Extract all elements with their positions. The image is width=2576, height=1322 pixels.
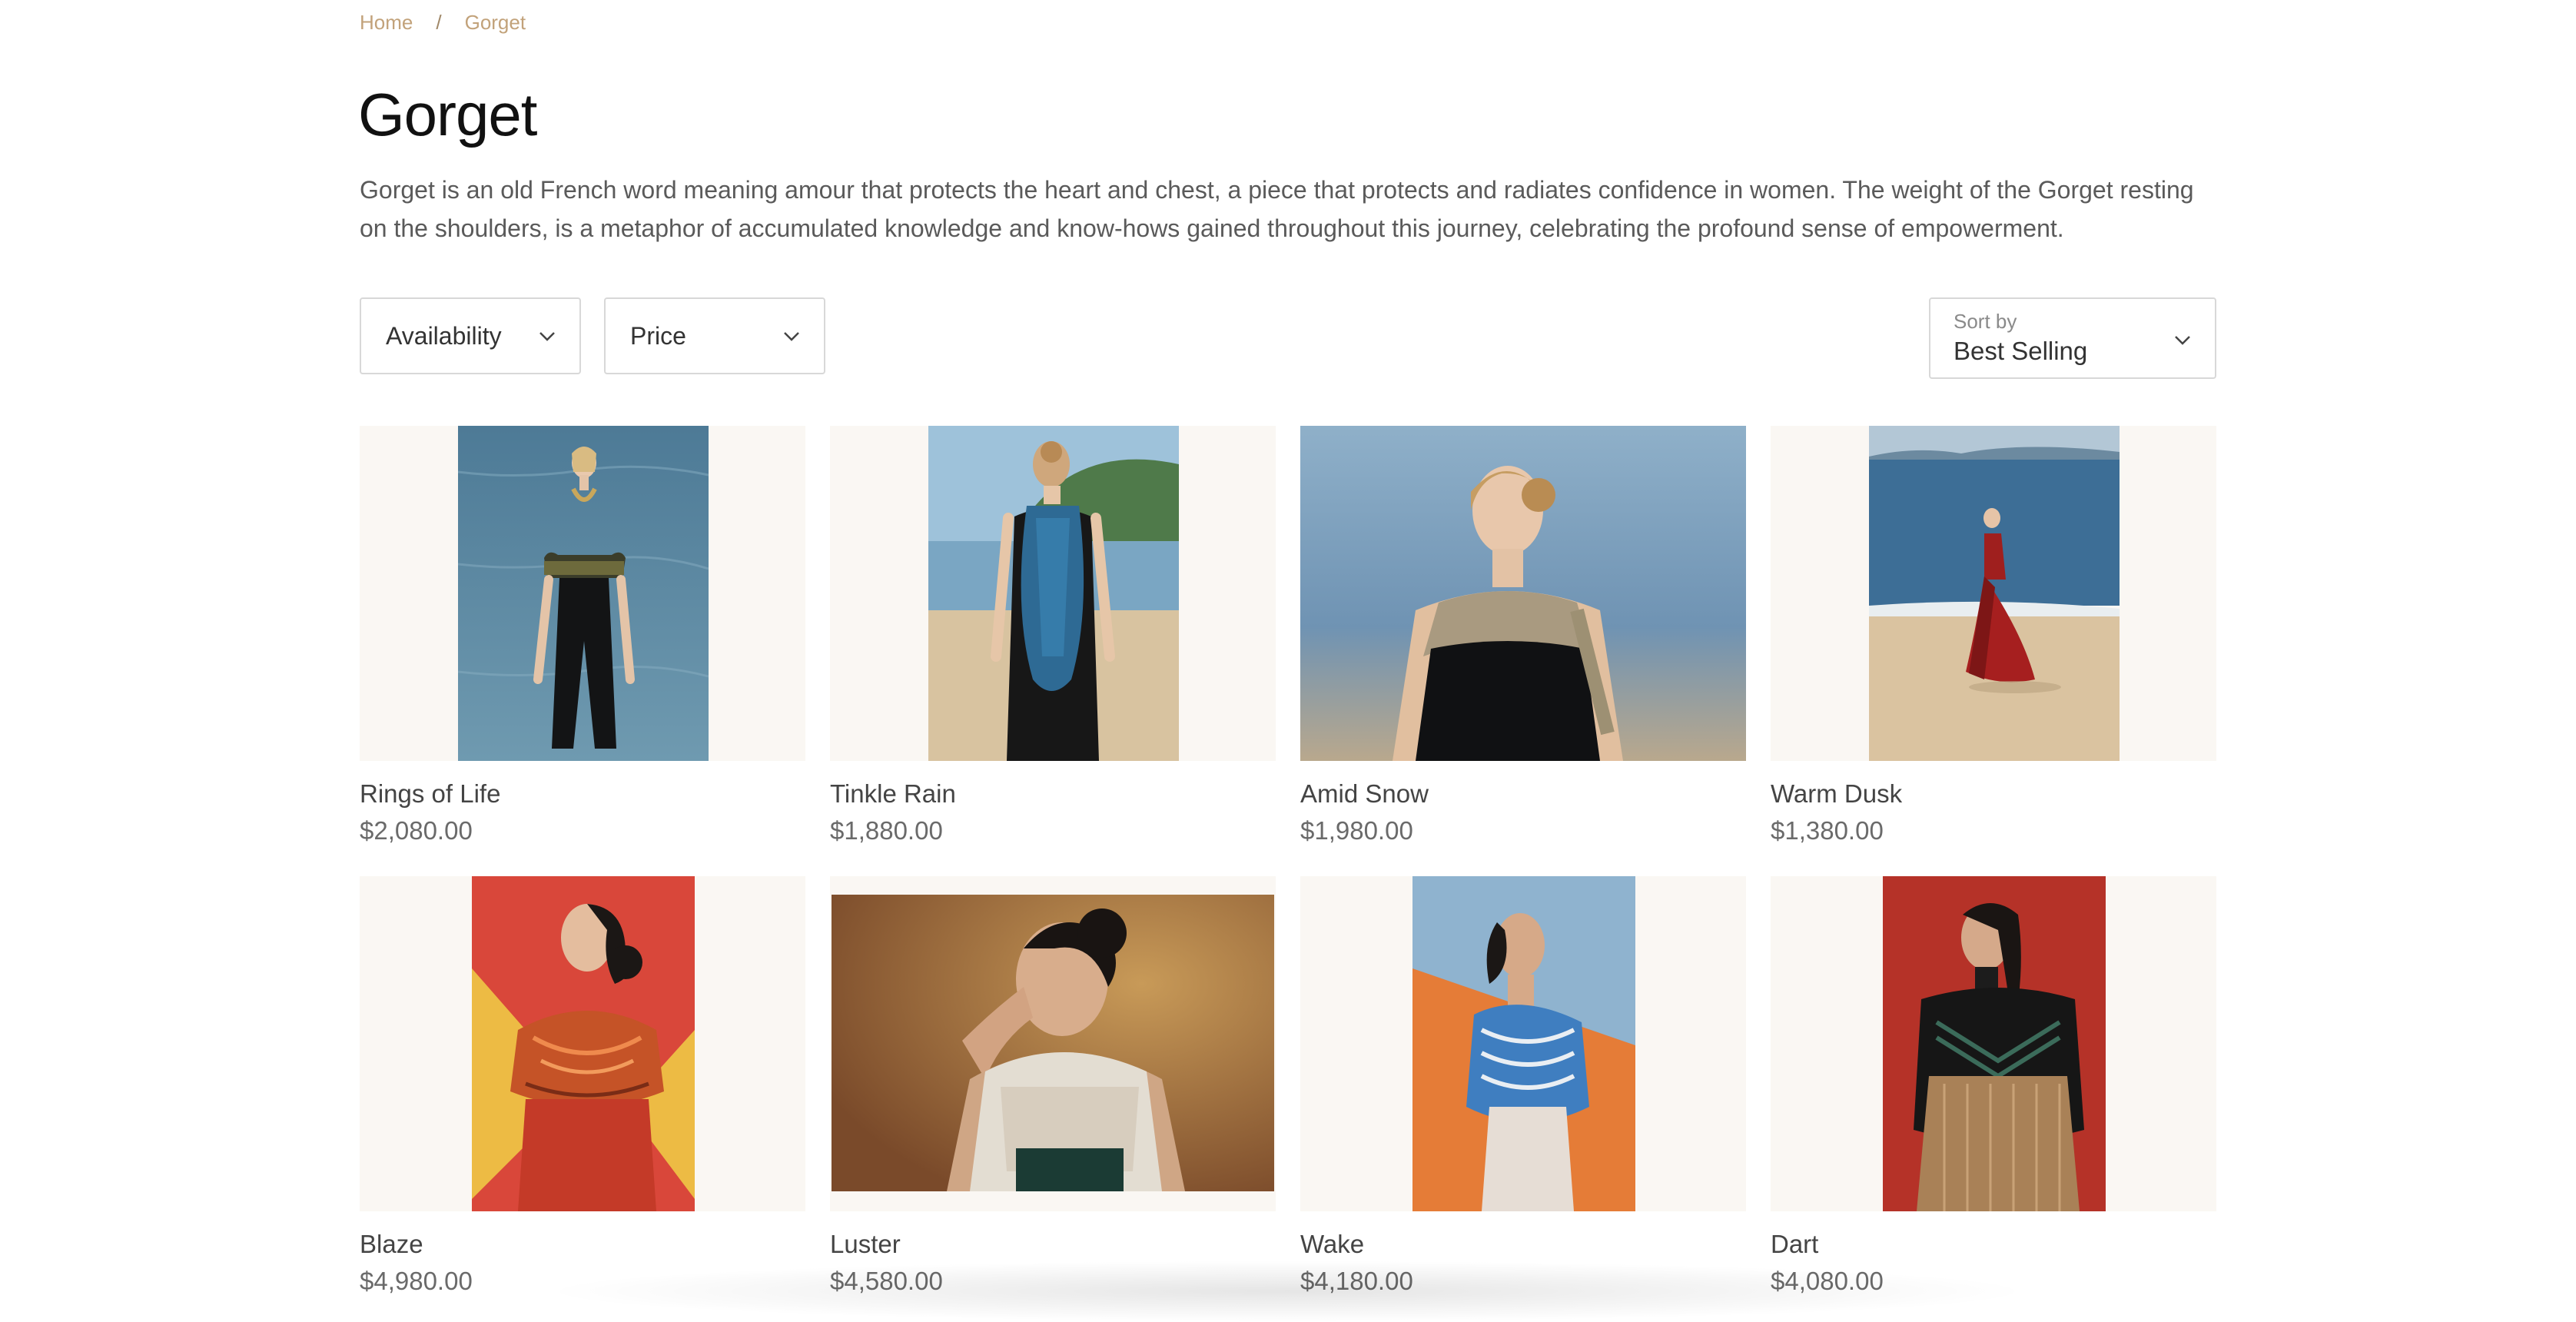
product-name[interactable]: Warm Dusk (1771, 779, 1902, 809)
product-photo (458, 426, 709, 761)
product-card-dart[interactable]: Dart $4,080.00 (1771, 876, 2216, 1295)
product-name[interactable]: Amid Snow (1300, 779, 1429, 809)
product-card-luster[interactable]: Luster $4,580.00 (830, 876, 1276, 1295)
product-price: $1,980.00 (1300, 816, 1413, 845)
sort-by-value: Best Selling (1954, 337, 2088, 365)
price-filter[interactable]: Price (604, 297, 825, 374)
chevron-down-icon (2175, 336, 2190, 345)
product-price: $4,180.00 (1300, 1267, 1413, 1295)
product-price: $1,880.00 (830, 816, 943, 845)
product-card-amid-snow[interactable]: Amid Snow $1,980.00 (1300, 426, 1746, 845)
collection-description: Gorget is an old French word meaning amo… (360, 176, 2194, 242)
product-price: $4,580.00 (830, 1267, 943, 1295)
product-name[interactable]: Luster (830, 1230, 901, 1259)
breadcrumb: Home / Gorget (360, 11, 526, 35)
breadcrumb-home-link[interactable]: Home (360, 11, 413, 35)
product-price: $1,380.00 (1771, 816, 1884, 845)
product-card-tinkle-rain[interactable]: Tinkle Rain $1,880.00 (830, 426, 1276, 845)
page-title: Gorget (358, 81, 537, 148)
product-name[interactable]: Tinkle Rain (830, 779, 956, 809)
product-name[interactable]: Rings of Life (360, 779, 500, 809)
product-image-frame (360, 876, 805, 1211)
product-name[interactable]: Dart (1771, 1230, 1818, 1259)
product-price: $4,980.00 (360, 1267, 473, 1295)
product-image-frame (830, 426, 1276, 761)
product-name[interactable]: Wake (1300, 1230, 1364, 1259)
breadcrumb-current: Gorget (464, 11, 526, 34)
product-photo (928, 426, 1179, 761)
product-card-rings-of-life[interactable]: Rings of Life $2,080.00 (360, 426, 805, 845)
product-photo (1412, 876, 1635, 1211)
product-price: $4,080.00 (1771, 1267, 1884, 1295)
availability-filter-label: Availability (386, 321, 502, 350)
chevron-down-icon (784, 332, 799, 341)
product-image-frame (1771, 876, 2216, 1211)
availability-filter[interactable]: Availability (360, 297, 581, 374)
chevron-down-icon (539, 332, 555, 341)
product-photo (832, 895, 1274, 1191)
product-image-frame (1300, 876, 1746, 1211)
sort-by-label: Sort by (1954, 310, 2017, 333)
product-image-frame (1771, 426, 2216, 761)
product-card-blaze[interactable]: Blaze $4,980.00 (360, 876, 805, 1295)
product-card-wake[interactable]: Wake $4,180.00 (1300, 876, 1746, 1295)
product-image-frame (360, 426, 805, 761)
product-name[interactable]: Blaze (360, 1230, 423, 1259)
sort-by-select[interactable]: Sort by Best Selling (1929, 297, 2216, 379)
product-photo (1883, 876, 2106, 1211)
product-image-frame (830, 876, 1276, 1211)
product-photo (472, 876, 695, 1211)
product-card-warm-dusk[interactable]: Warm Dusk $1,380.00 (1771, 426, 2216, 845)
product-image-frame (1300, 426, 1746, 761)
product-price: $2,080.00 (360, 816, 473, 845)
product-photo (1869, 426, 2120, 761)
product-photo (1300, 426, 1746, 761)
price-filter-label: Price (630, 321, 686, 350)
breadcrumb-separator: / (436, 11, 442, 34)
